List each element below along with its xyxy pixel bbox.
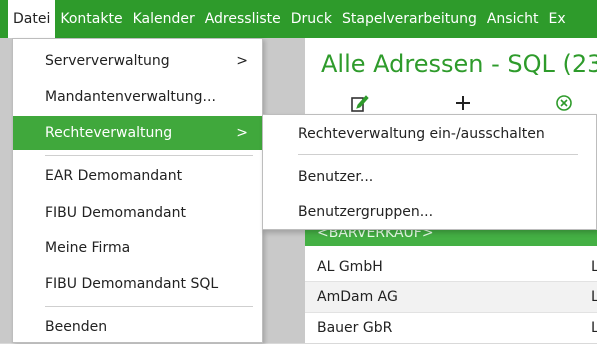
menu-item-label: Rechteverwaltung — [45, 125, 173, 141]
menu-item-mandantenverwaltung[interactable]: Mandantenverwaltung... — [13, 80, 262, 114]
table-cell: L — [591, 320, 597, 336]
rechteverwaltung-submenu: Rechteverwaltung ein-/ausschalten Benutz… — [262, 114, 597, 230]
menu-item-label: Serververwaltung — [45, 53, 170, 69]
menu-item-label: Meine Firma — [45, 240, 131, 256]
menu-extras[interactable]: Ex — [544, 0, 571, 38]
close-circle-icon — [556, 95, 572, 111]
menu-item-label: Benutzer... — [298, 169, 374, 185]
menu-item-label: FIBU Demomandant SQL — [45, 276, 219, 292]
table-row[interactable]: AmDam AG — [317, 283, 597, 311]
row-divider — [305, 312, 597, 313]
menu-item-label: Mandantenverwaltung... — [45, 89, 216, 105]
chevron-right-icon: > — [236, 125, 248, 141]
menu-item-rechteverwaltung[interactable]: Rechteverwaltung > — [13, 116, 262, 150]
menu-item-label: EAR Demomandant — [45, 168, 183, 184]
table-row[interactable]: AL GmbH — [317, 253, 597, 281]
delete-button[interactable] — [551, 90, 577, 116]
menu-kontakte[interactable]: Kontakte — [55, 0, 127, 38]
chevron-right-icon: > — [236, 53, 248, 69]
menu-item-label: FIBU Demomandant — [45, 205, 186, 221]
menu-stapelverarbeitung[interactable]: Stapelverarbeitung — [337, 0, 482, 38]
menu-separator — [45, 155, 253, 156]
menu-item-rechteverwaltung-toggle[interactable]: Rechteverwaltung ein-/ausschalten — [263, 117, 596, 151]
menu-ansicht[interactable]: Ansicht — [482, 0, 544, 38]
edit-icon — [351, 95, 369, 112]
menu-bar: Datei Kontakte Kalender Adressliste Druc… — [0, 0, 597, 38]
menu-item-label: Benutzergruppen... — [298, 204, 434, 220]
menu-item-serververwaltung[interactable]: Serververwaltung > — [13, 44, 262, 78]
page-title: Alle Adressen - SQL (23) — [321, 50, 597, 78]
table-cell: L — [591, 289, 597, 305]
table-cell: L — [591, 259, 597, 275]
menu-item-ear-demomandant[interactable]: EAR Demomandant — [13, 159, 262, 193]
edit-button[interactable] — [347, 90, 373, 116]
menu-druck[interactable]: Druck — [286, 0, 337, 38]
menu-item-benutzergruppen[interactable]: Benutzergruppen... — [263, 195, 596, 229]
menu-adressliste[interactable]: Adressliste — [200, 0, 286, 38]
menu-item-benutzer[interactable]: Benutzer... — [263, 160, 596, 194]
menu-separator — [298, 154, 578, 155]
menu-item-label: Rechteverwaltung ein-/ausschalten — [298, 126, 545, 142]
plus-icon — [456, 96, 470, 110]
menu-kalender[interactable]: Kalender — [128, 0, 200, 38]
menu-datei[interactable]: Datei — [8, 0, 56, 38]
menu-item-meine-firma[interactable]: Meine Firma — [13, 231, 262, 265]
menu-item-fibu-demomandant[interactable]: FIBU Demomandant — [13, 196, 262, 230]
menu-item-beenden[interactable]: Beenden — [13, 310, 262, 344]
table-row[interactable]: Bauer GbR — [317, 314, 597, 342]
menu-separator — [45, 306, 253, 307]
datei-dropdown-menu: Serververwaltung > Mandantenverwaltung..… — [12, 38, 263, 343]
add-button[interactable] — [450, 90, 476, 116]
menu-item-label: Beenden — [45, 319, 108, 335]
menu-item-fibu-demomandant-sql[interactable]: FIBU Demomandant SQL — [13, 267, 262, 301]
